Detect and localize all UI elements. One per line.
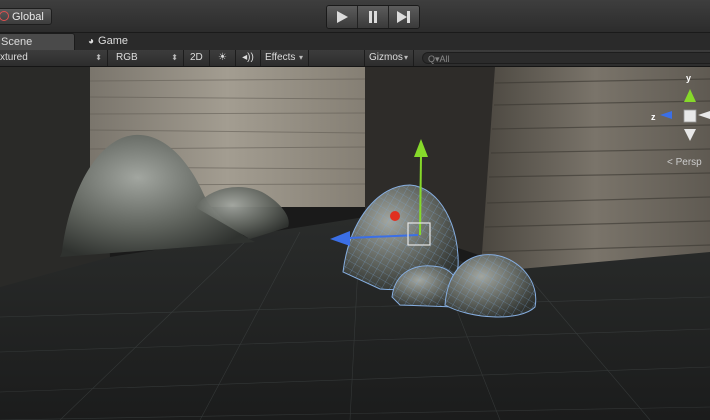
effects-dropdown[interactable]: Effects ▾ [261, 50, 309, 66]
gizmo-z-label: z [651, 112, 656, 122]
gizmos-label: Gizmos [369, 52, 403, 63]
render-mode-value: RGB [116, 52, 138, 63]
sun-icon: ☀ [218, 52, 227, 63]
scene-audio-toggle[interactable]: ◂)) [236, 50, 261, 66]
projection-label[interactable]: < Persp [667, 157, 702, 168]
toggle-2d-label: 2D [190, 52, 203, 63]
dropdown-arrow-icon: ▾ [298, 53, 303, 62]
toggle-2d-button[interactable]: 2D [184, 50, 210, 66]
step-button[interactable] [389, 6, 419, 28]
gizmos-dropdown[interactable]: Gizmos ▾ [364, 50, 414, 66]
draw-mode-value: xtured [0, 52, 28, 63]
playback-controls [326, 5, 420, 29]
scene-lighting-toggle[interactable]: ☀ [210, 50, 236, 66]
scene-render [0, 67, 710, 420]
dropdown-arrow-icon: ⬍ [95, 53, 102, 62]
global-label: Global [12, 11, 44, 23]
dropdown-arrow-icon: ⬍ [171, 53, 178, 62]
tab-game[interactable]: ◕ Game [86, 33, 128, 50]
x-axis-handle[interactable] [390, 211, 400, 221]
play-button[interactable] [327, 6, 358, 28]
tab-scene-label: Scene [1, 36, 33, 48]
step-icon [397, 11, 410, 23]
hierarchy-search-input[interactable]: Q▾All [422, 52, 710, 64]
layer-pivot-button[interactable]: Global [0, 8, 52, 25]
tab-scene[interactable]: Scene [0, 33, 75, 50]
tab-game-label: Game [98, 35, 129, 47]
top-toolbar: Global [0, 0, 710, 33]
gizmo-y-label: y [686, 73, 692, 83]
render-mode-dropdown[interactable]: RGB ⬍ [108, 50, 184, 66]
view-tabs: Scene ◕ Game [0, 33, 710, 50]
draw-mode-dropdown[interactable]: xtured ⬍ [0, 50, 108, 66]
scene-viewport[interactable]: y z < Persp [0, 67, 710, 420]
scene-toolbar: xtured ⬍ RGB ⬍ 2D ☀ ◂)) Effects ▾ Gizmos ▾ Q… [0, 50, 710, 67]
speaker-icon: ◂)) [242, 52, 254, 63]
play-icon [337, 11, 348, 23]
global-icon [0, 11, 9, 21]
dropdown-arrow-icon: ▾ [403, 53, 408, 62]
gamepad-icon: ◕ [88, 36, 95, 47]
search-placeholder: Q▾All [428, 54, 450, 64]
pause-button[interactable] [358, 6, 389, 28]
pause-icon [369, 11, 377, 23]
effects-label: Effects [265, 52, 296, 63]
